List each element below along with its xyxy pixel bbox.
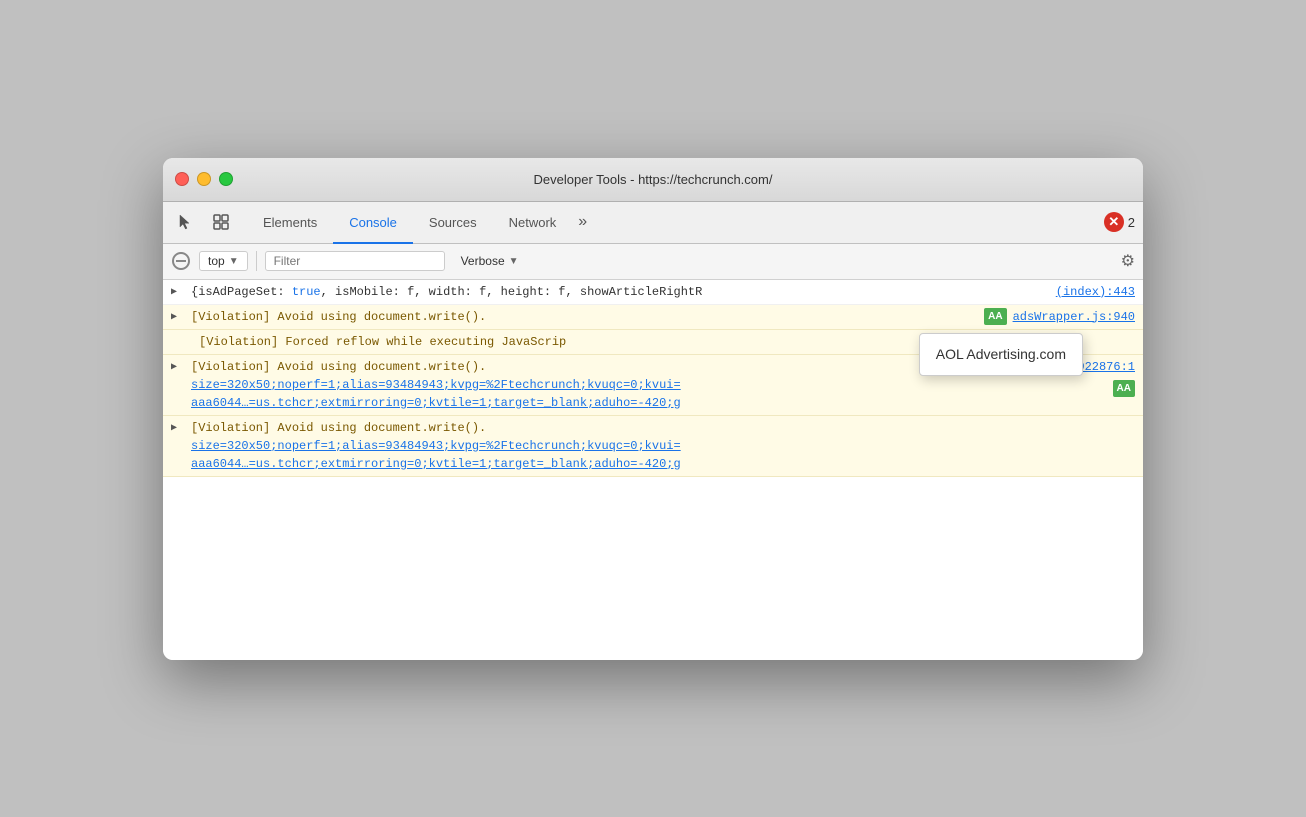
tab-bar: Elements Console Sources Network » ✕ 2	[163, 202, 1143, 244]
console-line-content-2: [Violation] Avoid using document.write()…	[191, 308, 976, 326]
url-link-4[interactable]: aaa6044…=us.tchcr;extmirroring=0;kvtile=…	[191, 455, 1127, 473]
no-entry-icon	[172, 252, 190, 270]
console-toolbar: top ▼ Verbose ▼ ⚙	[163, 244, 1143, 280]
aa-badge-2: AA	[1113, 380, 1135, 397]
tabs: Elements Console Sources Network »	[247, 202, 1104, 243]
context-dropdown-arrow: ▼	[229, 256, 239, 267]
url-link-3[interactable]: size=320x50;noperf=1;alias=93484943;kvpg…	[191, 437, 1127, 455]
tab-network[interactable]: Network	[493, 203, 573, 244]
titlebar: Developer Tools - https://techcrunch.com…	[163, 158, 1143, 202]
console-line-content-1: {isAdPageSet: true, isMobile: f, width: …	[191, 283, 1048, 301]
toolbar-divider	[256, 251, 257, 271]
close-button[interactable]	[175, 172, 189, 186]
filter-input[interactable]	[265, 251, 445, 271]
console-line-violation-1: ▶ [Violation] Avoid using document.write…	[163, 305, 1143, 330]
source-link-2[interactable]: adsWrapper.js:940	[1013, 308, 1135, 326]
tooltip-aol: AOL Advertising.com	[919, 333, 1083, 376]
toolbar-right: ✕ 2	[1104, 212, 1135, 232]
console-line-content-5: [Violation] Avoid using document.write()…	[191, 419, 1127, 473]
window-title: Developer Tools - https://techcrunch.com…	[534, 172, 773, 187]
line-right-1: (index):443	[1056, 283, 1135, 301]
settings-icon[interactable]: ⚙	[1121, 251, 1135, 271]
url-link-1[interactable]: size=320x50;noperf=1;alias=93484943;kvpg…	[191, 376, 1026, 394]
source-link-1[interactable]: (index):443	[1056, 283, 1135, 301]
url-link-2[interactable]: aaa6044…=us.tchcr;extmirroring=0;kvtile=…	[191, 394, 1026, 412]
error-badge: ✕ 2	[1104, 212, 1135, 232]
tab-sources[interactable]: Sources	[413, 203, 493, 244]
console-line-content-4: [Violation] Avoid using document.write()…	[191, 358, 1026, 412]
console-line-index: ▶ {isAdPageSet: true, isMobile: f, width…	[163, 280, 1143, 305]
verbose-selector[interactable]: Verbose ▼	[453, 252, 527, 270]
cursor-icon[interactable]	[171, 208, 199, 236]
maximize-button[interactable]	[219, 172, 233, 186]
error-icon: ✕	[1104, 212, 1124, 232]
expand-arrow-2[interactable]: ▶	[171, 310, 177, 325]
inspect-icon[interactable]	[207, 208, 235, 236]
minimize-button[interactable]	[197, 172, 211, 186]
tab-elements[interactable]: Elements	[247, 203, 333, 244]
expand-arrow-1[interactable]: ▶	[171, 285, 177, 300]
clear-console-button[interactable]	[171, 251, 191, 271]
console-line-violation-4: ▶ [Violation] Avoid using document.write…	[163, 416, 1143, 477]
context-selector[interactable]: top ▼	[199, 251, 248, 271]
aa-badge-1: AA	[984, 308, 1006, 325]
more-tabs-button[interactable]: »	[572, 203, 593, 244]
expand-arrow-3[interactable]: ▶	[171, 360, 177, 375]
line-right-2: AA adsWrapper.js:940	[984, 308, 1135, 326]
devtools-window: Developer Tools - https://techcrunch.com…	[163, 158, 1143, 660]
error-count: 2	[1128, 215, 1135, 230]
console-output: ▶ {isAdPageSet: true, isMobile: f, width…	[163, 280, 1143, 660]
traffic-lights	[175, 172, 233, 186]
toolbar-icons	[171, 208, 235, 236]
tab-console[interactable]: Console	[333, 203, 413, 244]
expand-arrow-4[interactable]: ▶	[171, 421, 177, 436]
verbose-dropdown-arrow: ▼	[509, 256, 519, 267]
